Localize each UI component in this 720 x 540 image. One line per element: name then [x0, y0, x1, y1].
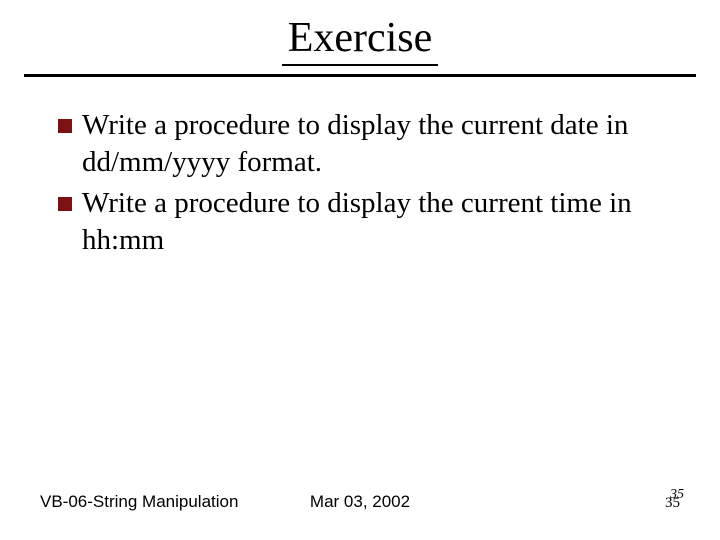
slide-title: Exercise — [282, 14, 439, 66]
list-item: Write a procedure to display the current… — [58, 107, 684, 181]
footer-right: 35 35 — [665, 495, 680, 512]
bullet-icon — [58, 197, 72, 211]
content-area: Write a procedure to display the current… — [0, 77, 720, 259]
bullet-icon — [58, 119, 72, 133]
list-item: Write a procedure to display the current… — [58, 185, 684, 259]
footer: VB-06-String Manipulation Mar 03, 2002 3… — [0, 492, 720, 512]
page-number-overlay: 35 — [670, 487, 684, 503]
list-item-text: Write a procedure to display the current… — [82, 185, 684, 259]
slide: Exercise Write a procedure to display th… — [0, 0, 720, 540]
footer-left: VB-06-String Manipulation — [40, 492, 238, 512]
footer-center: Mar 03, 2002 — [310, 492, 410, 512]
title-area: Exercise — [0, 0, 720, 66]
list-item-text: Write a procedure to display the current… — [82, 107, 684, 181]
